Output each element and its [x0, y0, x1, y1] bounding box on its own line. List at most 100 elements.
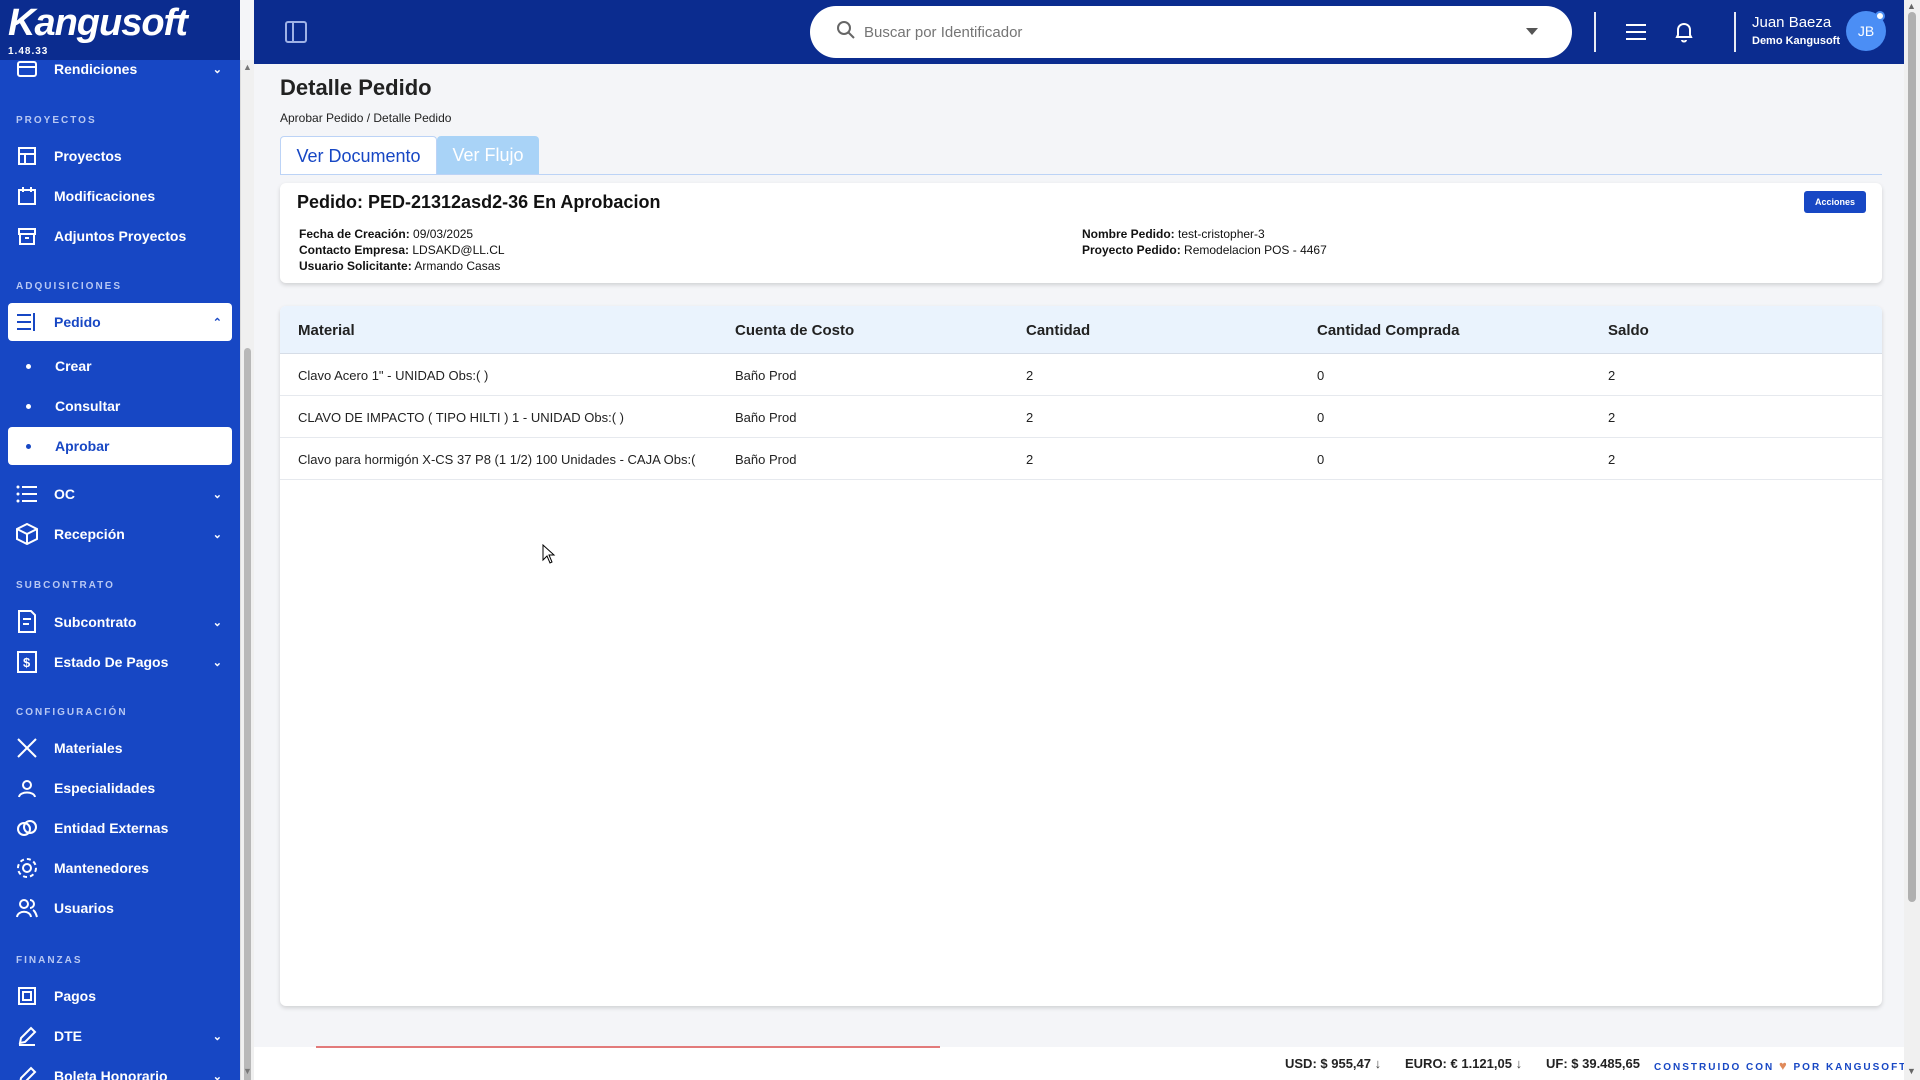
footer-brand[interactable]: CONSTRUIDO CON ♥ POR KANGUSOFT — [1654, 1058, 1907, 1073]
sidebar-item-pedido[interactable]: Pedido ⌃ — [8, 303, 232, 341]
sidebar-item-label: Pedido — [54, 314, 101, 330]
sidebar-item-dte[interactable]: DTE ⌄ — [8, 1017, 232, 1055]
fecha-creacion-field: Fecha de Creación: 09/03/2025 — [299, 227, 473, 241]
tab-ver-documento[interactable]: Ver Documento — [280, 136, 437, 175]
sidebar-item-label: Adjuntos Proyectos — [54, 228, 187, 244]
sidebar-item-label: Estado De Pagos — [54, 654, 169, 670]
pedido-summary-card: Pedido: PED-21312asd2-36 En Aprobacion A… — [280, 183, 1882, 283]
sidebar-item-oc[interactable]: OC ⌄ — [8, 475, 232, 513]
field-label: Usuario Solicitante: — [299, 259, 412, 273]
top-header: Juan Baeza Demo Kangusoft JB — [254, 0, 1920, 64]
sidebar-item-mantenedores[interactable]: Mantenedores — [8, 849, 232, 887]
scroll-down-arrow-icon[interactable]: ▼ — [243, 1066, 252, 1076]
sidebar-item-adjuntos[interactable]: Adjuntos Proyectos — [8, 217, 232, 255]
sidebar-scroll-thumb[interactable] — [244, 348, 251, 1080]
chevron-down-icon: ⌄ — [212, 1070, 222, 1080]
acciones-button[interactable]: Acciones — [1804, 191, 1866, 213]
sidebar-item-label: Proyectos — [54, 148, 122, 164]
cell-cuenta-costo: Baño Prod — [735, 368, 797, 383]
sidebar-item-proyectos[interactable]: Proyectos — [8, 137, 232, 175]
sidebar-item-pagos[interactable]: Pagos — [8, 977, 232, 1015]
tab-ver-flujo[interactable]: Ver Flujo — [437, 136, 539, 175]
tools-icon — [16, 737, 38, 759]
table-row[interactable]: Clavo para hormigón X-CS 37 P8 (1 1/2) 1… — [280, 438, 1882, 480]
search-box[interactable] — [810, 6, 1572, 58]
online-status-dot — [1875, 11, 1885, 21]
search-input[interactable] — [864, 23, 1504, 41]
field-value: Remodelacion POS - 4467 — [1184, 243, 1327, 257]
contacto-empresa-field: Contacto Empresa: LDSAKD@LL.CL — [299, 243, 505, 257]
sidebar-item-materiales[interactable]: Materiales — [8, 729, 232, 767]
dropdown-caret-icon[interactable] — [1526, 28, 1538, 35]
usd-rate: USD: $ 955,47 ↓ — [1285, 1056, 1381, 1071]
section-label-adquisiciones: ADQUISICIONES — [16, 281, 123, 292]
pen-icon — [16, 1065, 38, 1080]
pedido-title: Pedido: PED-21312asd2-36 En Aprobacion — [297, 192, 661, 212]
section-label-configuracion: CONFIGURACIÓN — [16, 707, 128, 718]
uf-rate: UF: $ 39.485,65 — [1546, 1056, 1640, 1071]
column-header-cantidad[interactable]: Cantidad — [1026, 322, 1090, 339]
column-header-material[interactable]: Material — [298, 322, 355, 339]
main-scroll-thumb[interactable] — [1908, 12, 1916, 902]
menu-icon[interactable] — [1624, 20, 1648, 44]
sidebar-item-especialidades[interactable]: Especialidades — [8, 769, 232, 807]
card-icon — [16, 58, 38, 80]
sidebar-subitem-consultar[interactable]: Consultar — [8, 387, 232, 425]
chevron-down-icon: ⌄ — [212, 63, 222, 76]
main-scrollbar[interactable]: ▲ ▼ — [1904, 0, 1920, 1080]
sidebar: Kangusoft 1.48.33 Rendiciones ⌄ PROYECTO… — [0, 0, 240, 1080]
sidebar-subitem-aprobar[interactable]: Aprobar — [8, 427, 232, 465]
sidebar-item-label: Entidad Externas — [54, 820, 169, 836]
sidebar-item-modificaciones[interactable]: Modificaciones — [8, 177, 232, 215]
breadcrumb[interactable]: Aprobar Pedido / Detalle Pedido — [280, 111, 451, 125]
scroll-up-arrow-icon[interactable]: ▲ — [243, 62, 252, 72]
sidebar-item-recepcion[interactable]: Recepción ⌄ — [8, 515, 232, 553]
bullet-icon — [26, 443, 31, 449]
table-row[interactable]: CLAVO DE IMPACTO ( TIPO HILTI ) 1 - UNID… — [280, 396, 1882, 438]
sidebar-toggle-icon[interactable] — [284, 20, 308, 44]
scroll-down-arrow-icon[interactable]: ▼ — [1907, 1066, 1916, 1076]
link-icon — [16, 817, 38, 839]
mouse-cursor-icon — [542, 543, 556, 569]
sidebar-item-usuarios[interactable]: Usuarios — [8, 889, 232, 927]
cell-saldo: 2 — [1608, 368, 1616, 383]
sidebar-item-subcontrato[interactable]: Subcontrato ⌄ — [8, 603, 232, 641]
usuario-solicitante-field: Usuario Solicitante: Armando Casas — [299, 259, 500, 273]
scroll-up-arrow-icon[interactable]: ▲ — [1907, 1, 1916, 11]
chevron-down-icon: ⌄ — [212, 528, 222, 541]
sidebar-subitem-crear[interactable]: Crear — [8, 347, 232, 385]
column-header-cantidad-comprada[interactable]: Cantidad Comprada — [1317, 322, 1460, 339]
usd-rate-label: USD: $ 955,47 — [1285, 1056, 1371, 1071]
chevron-up-icon: ⌃ — [212, 316, 222, 329]
section-label-subcontrato: SUBCONTRATO — [16, 580, 115, 591]
sidebar-item-label: Rendiciones — [54, 61, 138, 77]
sidebar-item-label: Pagos — [54, 988, 97, 1004]
document-edit-icon — [16, 610, 38, 633]
field-label: Proyecto Pedido: — [1082, 243, 1181, 257]
chevron-down-icon: ⌄ — [212, 656, 222, 669]
sidebar-item-label: Boleta Honorario — [54, 1068, 168, 1080]
header-divider — [1594, 12, 1596, 52]
user-name[interactable]: Juan Baeza — [1752, 14, 1831, 31]
bullet-icon — [26, 403, 31, 409]
table-header: Material Cuenta de Costo Cantidad Cantid… — [280, 306, 1882, 354]
column-header-saldo[interactable]: Saldo — [1608, 322, 1649, 339]
brand-text: POR KANGUSOFT — [1793, 1062, 1908, 1073]
cell-cantidad: 2 — [1026, 452, 1034, 467]
chevron-down-icon: ⌄ — [212, 1030, 222, 1043]
list-icon — [16, 483, 38, 505]
list-icon — [16, 311, 38, 333]
sidebar-item-estado-pagos[interactable]: $ Estado De Pagos ⌄ — [8, 643, 232, 681]
proyecto-pedido-field: Proyecto Pedido: Remodelacion POS - 4467 — [1082, 243, 1327, 257]
receipt-icon — [16, 985, 38, 1007]
sidebar-scrollbar[interactable]: ▲ ▼ — [240, 60, 254, 1080]
archive-icon — [16, 225, 38, 247]
column-header-cuenta-costo[interactable]: Cuenta de Costo — [735, 322, 854, 339]
calendar-edit-icon — [16, 185, 38, 207]
sidebar-item-rendiciones[interactable]: Rendiciones ⌄ — [8, 50, 232, 88]
sidebar-item-entidad-externas[interactable]: Entidad Externas — [8, 809, 232, 847]
bell-icon[interactable] — [1672, 20, 1696, 44]
brand-text: CONSTRUIDO CON — [1654, 1062, 1775, 1073]
sidebar-item-boleta[interactable]: Boleta Honorario ⌄ — [8, 1057, 232, 1080]
table-row[interactable]: Clavo Acero 1" - UNIDAD Obs:( ) Baño Pro… — [280, 354, 1882, 396]
